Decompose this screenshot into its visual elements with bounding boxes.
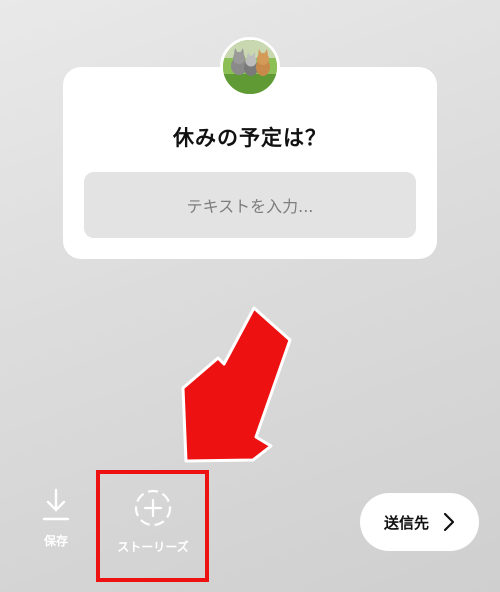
chevron-right-icon [443,512,455,532]
annotation-highlight-box [96,470,209,582]
save-label: 保存 [43,534,68,548]
answer-input[interactable]: テキストを入力... [84,172,416,238]
answer-placeholder: テキストを入力... [186,197,314,216]
download-icon [42,488,70,521]
save-button[interactable]: 保存 [30,488,82,549]
question-title: 休みの予定は？ [173,126,327,150]
avatar-photo [223,40,277,94]
annotation-arrow [181,306,292,463]
avatar [220,37,280,97]
send-button[interactable]: 送信先 [360,493,479,551]
send-label: 送信先 [383,513,429,532]
